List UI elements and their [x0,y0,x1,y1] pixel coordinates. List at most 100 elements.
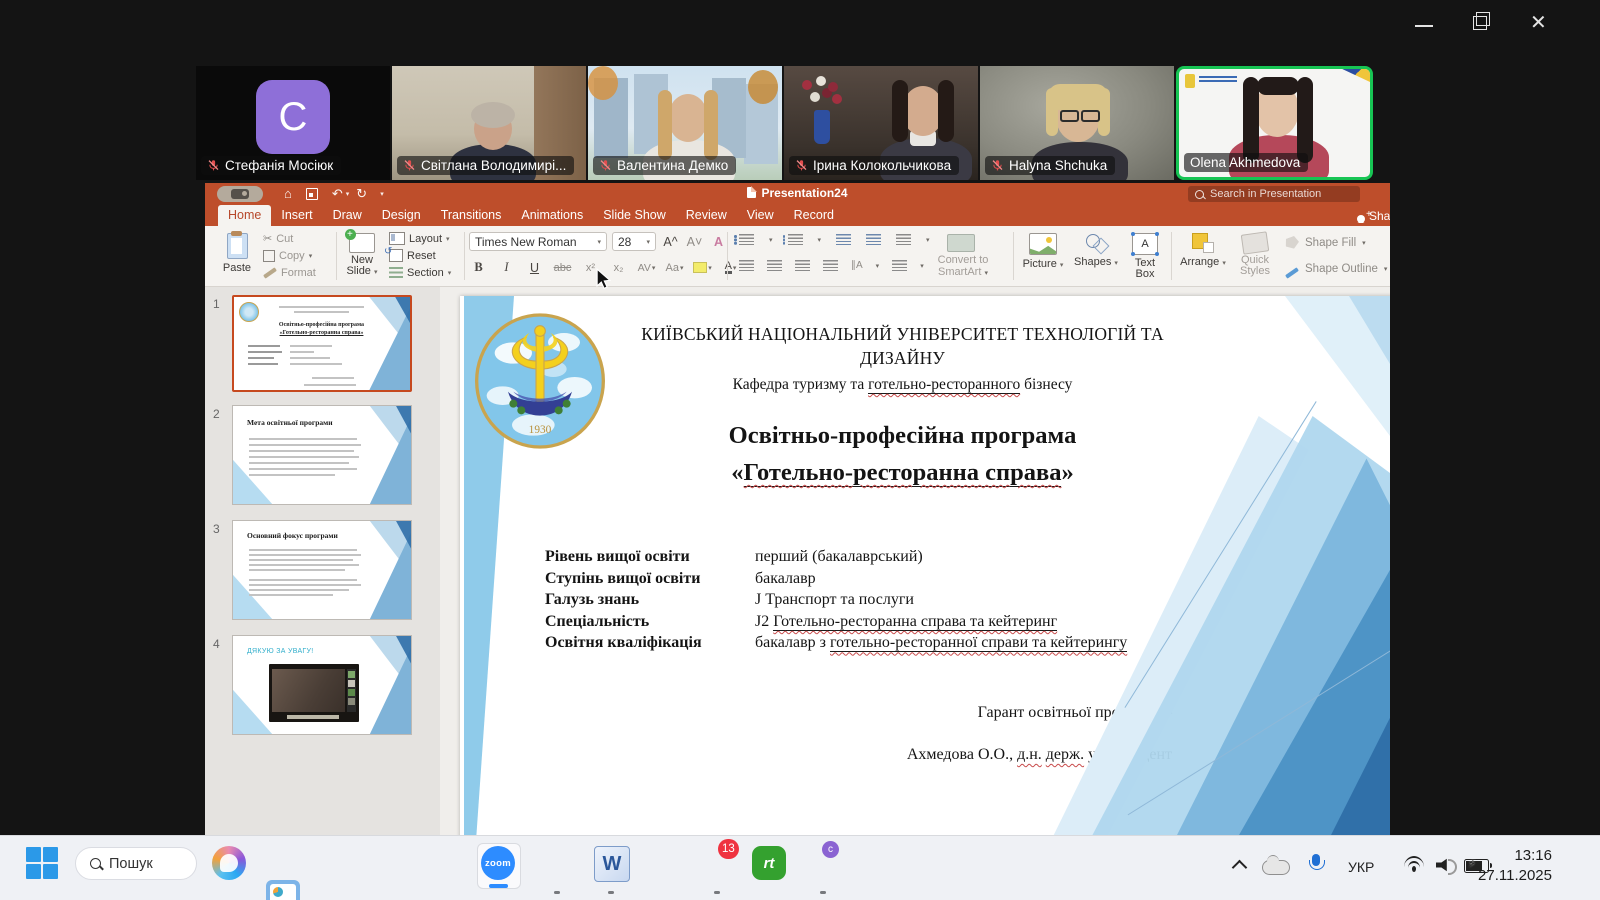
character-spacing-button[interactable]: AV ▾ [637,258,656,277]
italic-button[interactable]: I [497,258,516,277]
ribbon-divider [727,232,728,280]
section-button[interactable]: Section ▾ [389,264,461,281]
numbering-dropdown-icon[interactable]: ▾ [818,236,822,244]
tab-animations[interactable]: Animations [511,205,593,226]
mic-off-icon [796,160,807,171]
shrink-font-button[interactable]: A˅ [685,232,704,251]
minimize-icon[interactable] [1415,25,1433,27]
slide-number: 2 [213,407,220,421]
tab-insert[interactable]: Insert [271,205,322,226]
participant-tile[interactable]: Валентина Демко [588,66,782,180]
clear-formatting-button[interactable]: A [709,232,728,251]
decrease-indent-button[interactable] [836,234,852,245]
shapes-button[interactable]: Shapes ▾ [1071,226,1121,293]
tab-review[interactable]: Review [676,205,737,226]
change-case-button[interactable]: Aa ▾ [665,258,684,277]
current-slide[interactable]: 1930 КИЇВСЬКИЙ НАЦІОНАЛЬНИЙ УНІВЕРСИТЕТ … [460,296,1390,835]
tab-home[interactable]: Home [218,205,272,226]
text-box-button[interactable]: A Text Box [1125,226,1165,293]
tab-design[interactable]: Design [372,205,431,226]
bullets-button[interactable] [734,234,754,245]
arrange-button[interactable]: Arrange ▾ [1177,226,1229,293]
shape-fill-label: Shape Fill [1305,237,1357,249]
section-dropdown-icon: ▾ [447,269,452,277]
align-left-button[interactable] [739,260,754,271]
text-direction-dropdown-icon[interactable]: ▾ [876,262,880,270]
onedrive-icon[interactable] [1262,855,1290,875]
shape-fill-button[interactable]: Shape Fill ▾ [1285,230,1390,256]
numbering-button[interactable] [782,234,803,245]
slide-thumbnail-3[interactable]: Основний фокус програми [232,520,412,620]
search-label: Пошук [109,855,153,872]
copilot-icon[interactable] [212,846,246,880]
zoom-icon[interactable]: zoom [481,846,515,880]
slide-thumbnail-1[interactable]: Освітньо-професійна програма «Готельно-р… [232,295,412,392]
grow-font-button[interactable]: A^ [661,232,680,251]
thumbnail-text-line [290,357,330,359]
participant-tile[interactable]: C Стефанія Мосіюк [196,66,390,180]
quick-styles-button[interactable]: Quick Styles [1233,226,1277,293]
cut-button[interactable]: ✂ Cut [263,230,333,247]
participant-tile[interactable]: Halyna Shchuka [980,66,1174,180]
participant-tile-active-speaker[interactable]: Olena Akhmedova [1176,66,1373,180]
font-size-select[interactable]: 28 ▾ [612,232,656,251]
wifi-icon[interactable] [1404,856,1424,872]
tab-transitions[interactable]: Transitions [431,205,512,226]
thumbnail-text-line [249,438,357,440]
align-right-button[interactable] [795,260,810,271]
search-icon [90,858,101,869]
close-icon[interactable]: ✕ [1530,13,1547,33]
participant-tile[interactable]: Ірина Колокольчикова [784,66,978,180]
search-in-presentation[interactable]: Search in Presentation [1188,186,1360,202]
participant-video [1243,77,1259,163]
tab-slide-show[interactable]: Slide Show [593,205,676,226]
word-icon[interactable]: W [594,846,630,882]
slide-thumbnail-4[interactable]: ДЯКУЮ ЗА УВАГУ! [232,635,412,735]
bold-button[interactable]: B [469,258,488,277]
copy-button[interactable]: Copy ▾ [263,247,333,264]
cut-label: Cut [276,232,294,245]
tab-draw[interactable]: Draw [323,205,372,226]
font-name-select[interactable]: Times New Roman ▾ [469,232,607,251]
language-indicator[interactable]: УКР [1348,859,1374,875]
tab-view[interactable]: View [737,205,784,226]
text-segment: перший (бакалаврський) [755,548,923,565]
start-button[interactable] [26,846,60,881]
participant-tile[interactable]: Світлана Володимирі... [392,66,586,180]
bullets-dropdown-icon[interactable]: ▾ [769,236,773,244]
share-button[interactable]: Share [1357,209,1390,223]
restore-icon[interactable] [1473,12,1490,30]
reset-button[interactable]: Reset [384,246,461,264]
format-painter-button[interactable]: Format [263,264,333,281]
highlight-color-button[interactable]: ▾ [693,258,712,277]
font-name-dropdown-icon: ▾ [597,238,601,246]
smartart-group: Convert to SmartArt ▾ [917,226,1009,286]
picture-button[interactable]: Picture ▾ [1019,226,1067,293]
paste-button[interactable]: Paste [213,226,261,293]
convert-to-smartart-button[interactable]: Convert to SmartArt ▾ [917,254,1009,280]
shape-format-group: Shape Fill ▾ Shape Outline ▾ [1285,226,1390,290]
justify-button[interactable] [823,260,838,271]
tab-record[interactable]: Record [784,205,844,226]
logo-year: 1930 [529,424,552,436]
taskbar-search[interactable]: Пошук [75,847,197,880]
tray-expand-icon[interactable] [1231,859,1248,876]
new-slide-button[interactable]: New Slide ▾ [339,226,385,293]
layout-button[interactable]: Layout ▾ [389,230,461,247]
rocket-icon[interactable]: rt [752,846,786,880]
align-center-button[interactable] [767,260,782,271]
line-spacing-button[interactable] [896,234,912,245]
text-segment: J Транспорт та послуги [755,591,914,609]
clock[interactable]: 13:16 27.11.2025 [1478,846,1552,886]
strikethrough-button[interactable]: abc [553,258,572,277]
microphone-tray-icon[interactable] [1309,854,1325,870]
slide-thumbnail-2[interactable]: Мета освітньої програми [232,405,412,505]
increase-indent-button[interactable] [866,234,882,245]
align-text-button[interactable] [892,260,908,271]
widgets-icon[interactable] [266,880,300,900]
underline-button[interactable]: U [525,258,544,277]
text-segment: « [731,459,744,486]
text-direction-button[interactable]: ∥A [851,260,863,271]
text-segment: Готельно-ресторанна справа [743,459,1062,487]
shape-outline-button[interactable]: Shape Outline ▾ [1285,256,1390,282]
